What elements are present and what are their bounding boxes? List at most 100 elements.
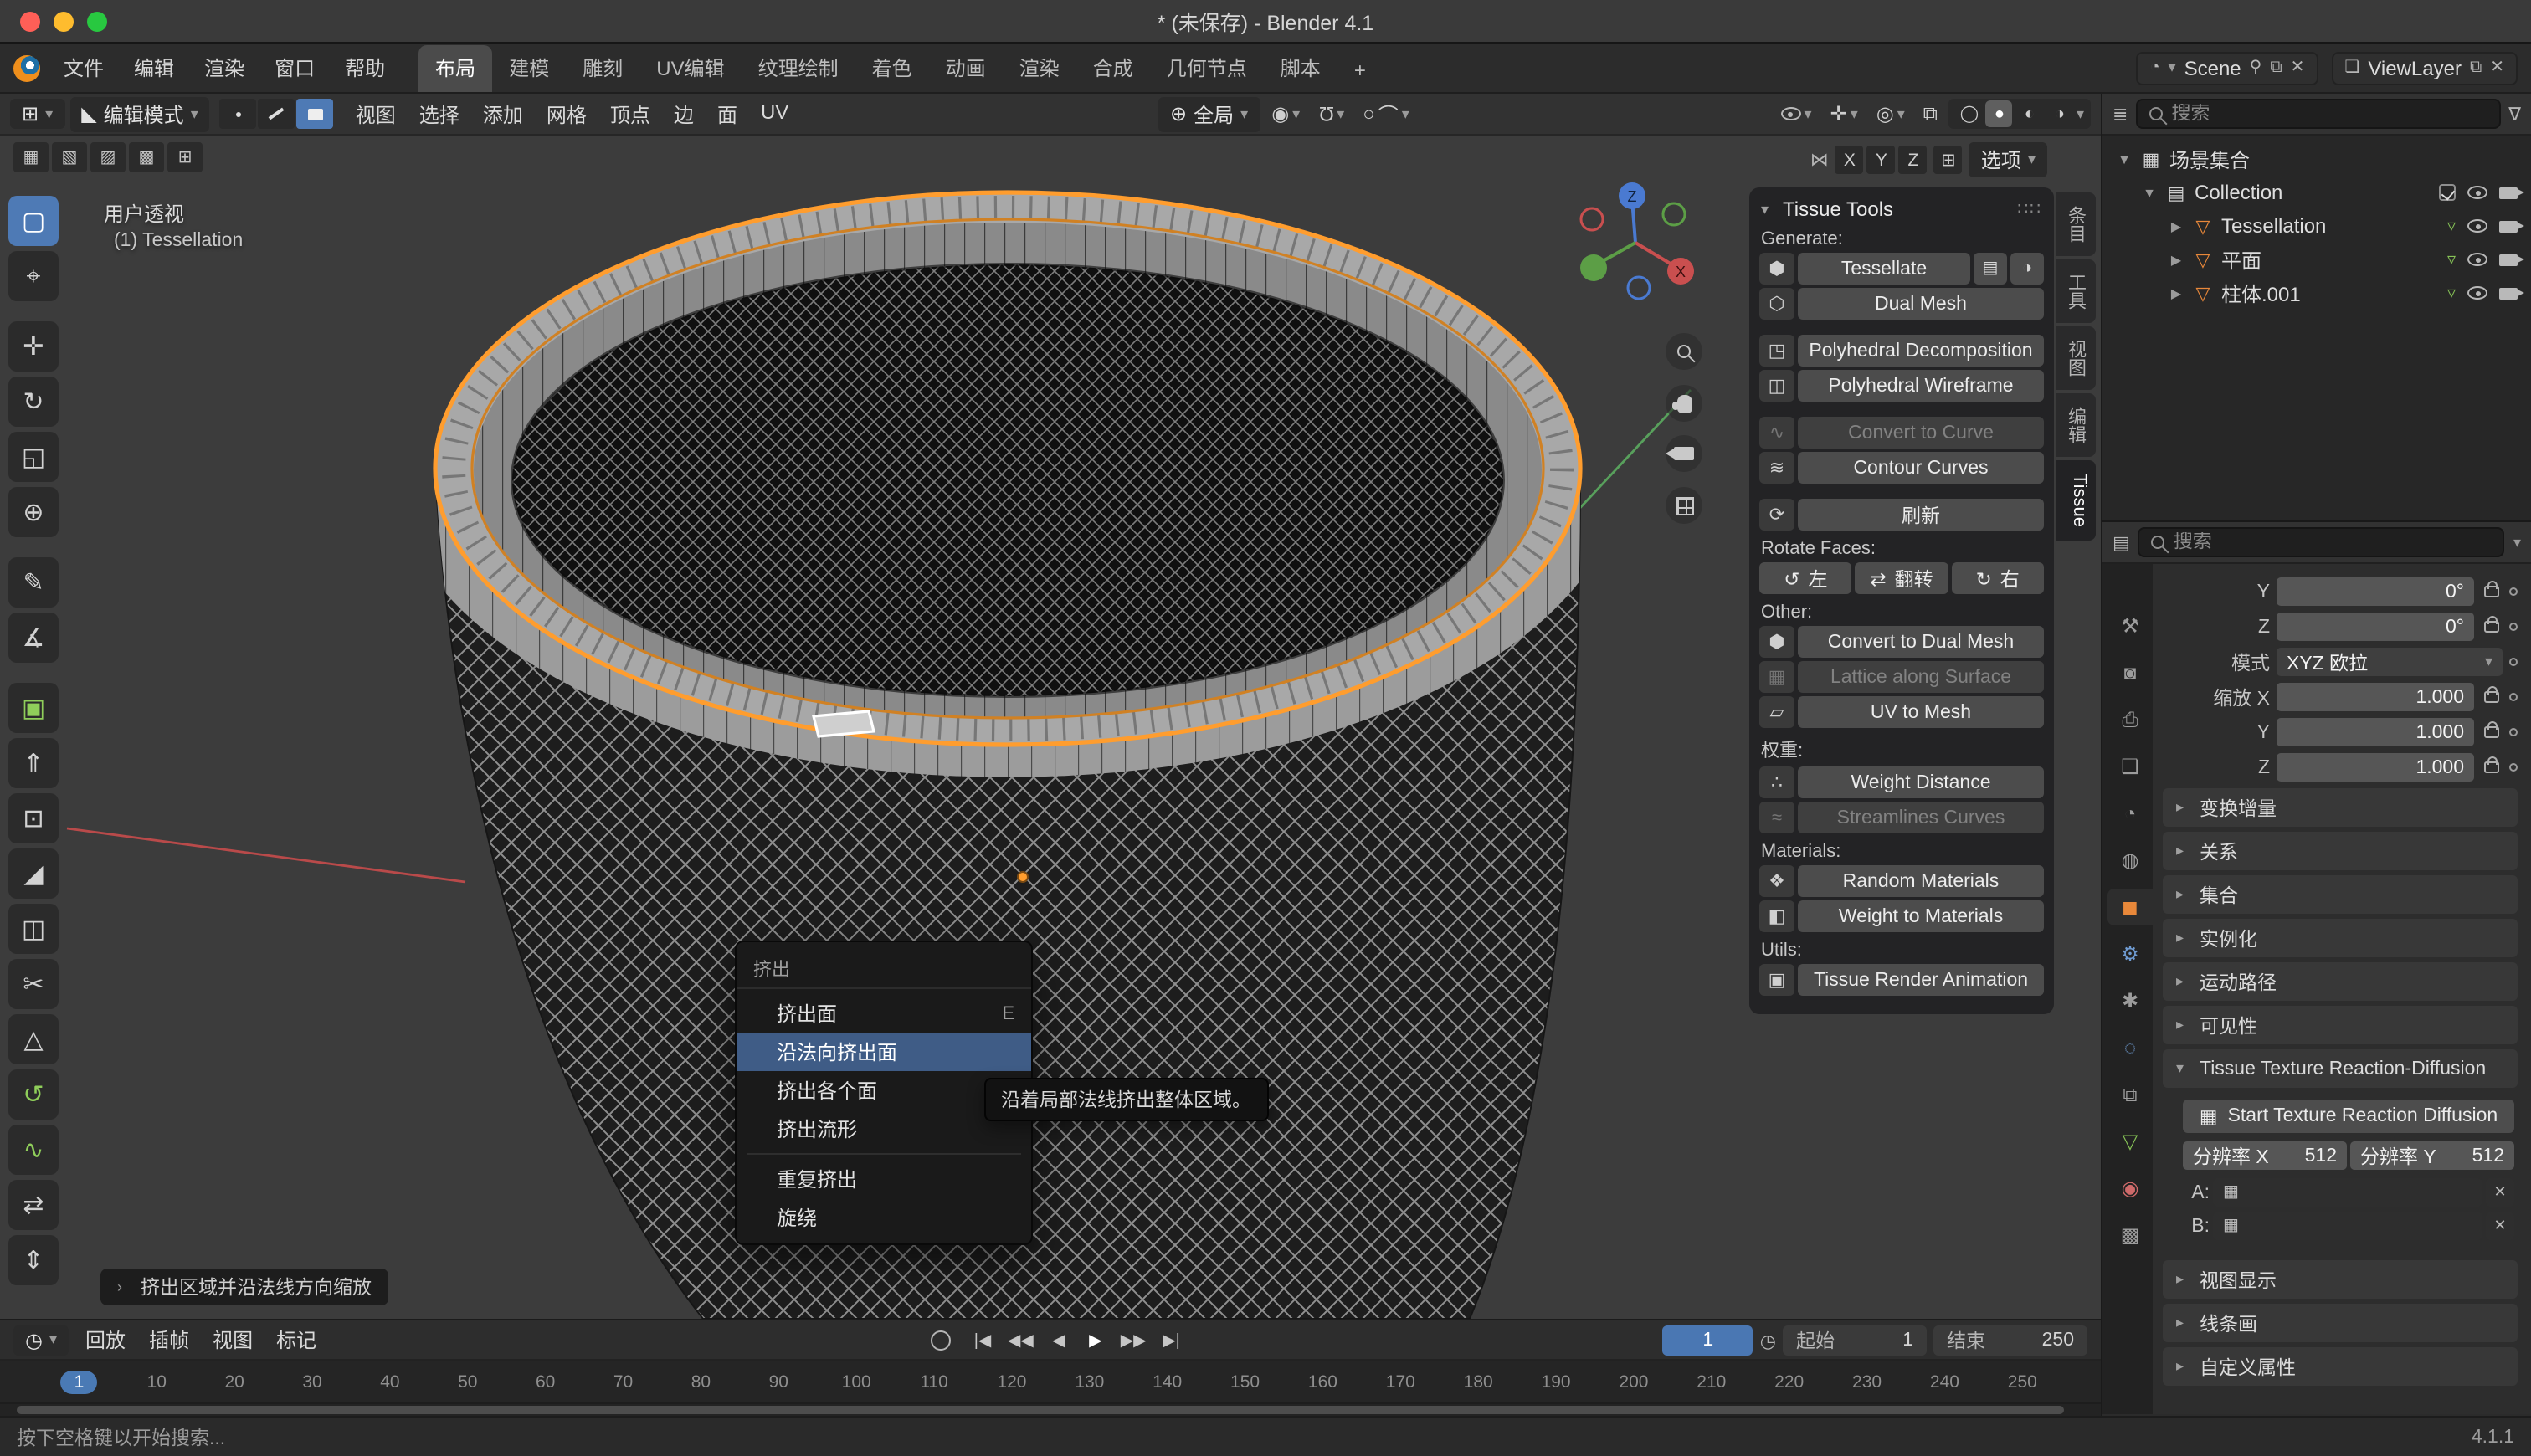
filter-funnel-icon[interactable]: ∇: [2508, 103, 2521, 125]
viewport-menu[interactable]: 视图: [344, 95, 408, 133]
texture-b-selector[interactable]: ▦: [2213, 1212, 2482, 1240]
properties-tab[interactable]: ◔: [2107, 795, 2153, 832]
scene-selector[interactable]: ◔ ▾ Scene ⚲ ⧉ ✕: [2136, 51, 2318, 85]
chevron-down-icon[interactable]: ▾: [2513, 533, 2521, 551]
frame-end-field[interactable]: 结束 250: [1933, 1325, 2087, 1356]
frame-tick[interactable]: 210: [1672, 1361, 1750, 1402]
expand-icon[interactable]: ▼: [2141, 185, 2158, 200]
workspace-tab[interactable]: 布局: [418, 45, 492, 92]
contour-curves-button[interactable]: Contour Curves: [1798, 452, 2044, 484]
weight-to-materials-icon[interactable]: ◧: [1759, 900, 1794, 932]
scrollbar-thumb[interactable]: [17, 1406, 2063, 1414]
frame-tick[interactable]: 70: [584, 1361, 662, 1402]
frame-tick[interactable]: 120: [973, 1361, 1051, 1402]
context-menu-item[interactable]: 重复挤出: [737, 1160, 1031, 1198]
frame-tick[interactable]: 30: [274, 1361, 352, 1402]
tessellate-icon[interactable]: ⬢: [1759, 253, 1794, 285]
proportional-editing-toggle[interactable]: ○ ⌒ ▾: [1356, 96, 1416, 131]
camera-render-icon[interactable]: [2499, 220, 2518, 232]
convert-curve-button[interactable]: Convert to Curve: [1798, 417, 2044, 449]
timeline-menu[interactable]: 标记: [264, 1320, 328, 1359]
frame-tick[interactable]: 250: [1984, 1361, 2061, 1402]
viewport-menu[interactable]: 边: [662, 95, 706, 133]
tool-button[interactable]: △: [8, 1014, 59, 1064]
minimize-window-button[interactable]: [54, 11, 74, 31]
prev-keyframe-button[interactable]: ◀◀: [1004, 1325, 1037, 1356]
uv-to-mesh-button[interactable]: UV to Mesh: [1798, 696, 2044, 728]
poly-decomp-icon[interactable]: ◳: [1759, 335, 1794, 367]
topbar-menu[interactable]: 窗口: [259, 49, 330, 87]
sidebar-tab[interactable]: 工具: [2056, 259, 2096, 323]
outliner-item-label[interactable]: 柱体.001: [2221, 279, 2301, 307]
properties-tab[interactable]: ◼: [2107, 889, 2153, 925]
transform-orientation-dropdown[interactable]: ⊕ 全局 ▾: [1158, 96, 1260, 131]
animate-dot-icon[interactable]: [2509, 587, 2518, 596]
tessellate-option-button[interactable]: ◑: [2010, 253, 2044, 285]
selection-option-button[interactable]: ⊞: [167, 142, 203, 172]
frame-tick[interactable]: 10: [118, 1361, 196, 1402]
topbar-menu[interactable]: 文件: [49, 49, 119, 87]
eye-icon[interactable]: [2467, 219, 2487, 233]
frame-start-field[interactable]: 起始 1: [1783, 1325, 1927, 1356]
timeline-menu[interactable]: 视图: [201, 1320, 264, 1359]
viewport-menu[interactable]: 顶点: [598, 95, 662, 133]
frame-tick[interactable]: 230: [1828, 1361, 1906, 1402]
panel-section[interactable]: ▸ 线条画: [2163, 1304, 2518, 1342]
frame-tick[interactable]: 60: [506, 1361, 584, 1402]
tool-button[interactable]: ⊡: [8, 793, 59, 843]
render-animation-icon[interactable]: ▣: [1759, 964, 1794, 996]
poly-decomp-button[interactable]: Polyhedral Decomposition: [1798, 335, 2044, 367]
vertex-select-button[interactable]: [220, 99, 257, 129]
workspace-tab[interactable]: UV编辑: [639, 45, 741, 92]
workspace-tab[interactable]: 建模: [492, 45, 566, 92]
rotate-flip-button[interactable]: ⇄翻转: [1856, 562, 1948, 594]
frame-tick[interactable]: 100: [818, 1361, 896, 1402]
lock-icon[interactable]: [2484, 726, 2499, 738]
rotate-left-button[interactable]: ↺左: [1759, 562, 1852, 594]
convert-dual-icon[interactable]: ⬢: [1759, 626, 1794, 658]
sidebar-tab[interactable]: 编辑: [2056, 393, 2096, 457]
frame-tick[interactable]: 1: [40, 1361, 118, 1402]
visibility-dropdown[interactable]: ▾: [1774, 101, 1819, 126]
workspace-tab[interactable]: 脚本: [1264, 45, 1337, 92]
dual-mesh-icon[interactable]: ⬡: [1759, 288, 1794, 320]
outliner-search[interactable]: [2136, 99, 2500, 129]
convert-dual-button[interactable]: Convert to Dual Mesh: [1798, 626, 2044, 658]
viewlayer-selector[interactable]: ❏ ViewLayer ⧉ ✕: [2331, 51, 2518, 85]
context-menu-item[interactable]: 旋绕: [737, 1198, 1031, 1237]
expand-icon[interactable]: ▶: [2168, 252, 2184, 267]
frame-tick[interactable]: 160: [1284, 1361, 1362, 1402]
copy-icon[interactable]: ⧉: [2270, 59, 2282, 77]
gizmo-y-axis[interactable]: [1580, 254, 1607, 281]
tool-button[interactable]: ⊕: [8, 487, 59, 537]
gizmo-neg-y-axis[interactable]: [1663, 203, 1685, 225]
gizmo-neg-z-axis[interactable]: [1628, 277, 1650, 299]
topbar-menu[interactable]: 渲染: [189, 49, 259, 87]
collection-checkbox[interactable]: [2439, 184, 2456, 201]
wireframe-shading-button[interactable]: ◯: [1956, 100, 1983, 127]
edge-select-button[interactable]: [259, 99, 295, 129]
properties-tab[interactable]: ◙: [2107, 654, 2153, 691]
frame-tick[interactable]: 80: [662, 1361, 740, 1402]
snap-toggle[interactable]: Ω ▾: [1312, 99, 1351, 129]
frame-tick[interactable]: 240: [1906, 1361, 1984, 1402]
tool-button[interactable]: ⇕: [8, 1235, 59, 1285]
scale-z-field[interactable]: 1.000: [2277, 753, 2474, 782]
viewport-menu[interactable]: 网格: [535, 95, 598, 133]
timeline-menu[interactable]: 插帧: [137, 1320, 201, 1359]
panel-section[interactable]: ▸ 变换增量: [2163, 788, 2518, 827]
panel-section[interactable]: ▸ 集合: [2163, 875, 2518, 914]
outliner-editor-icon[interactable]: ≣: [2113, 103, 2128, 125]
viewport-menu[interactable]: 添加: [471, 95, 535, 133]
topbar-menu[interactable]: 帮助: [330, 49, 400, 87]
zoom-button[interactable]: [1666, 333, 1702, 370]
selection-option-button[interactable]: ▧: [52, 142, 87, 172]
properties-tab[interactable]: ❏: [2107, 748, 2153, 785]
rotation-y-field[interactable]: 0°: [2277, 577, 2474, 606]
timeline-editor-type-button[interactable]: ◷ ▾: [13, 1325, 69, 1355]
animate-dot-icon[interactable]: [2509, 693, 2518, 701]
animate-dot-icon[interactable]: [2509, 728, 2518, 736]
refresh-icon[interactable]: ⟳: [1759, 499, 1794, 531]
weight-distance-button[interactable]: Weight Distance: [1798, 766, 2044, 798]
jump-to-start-button[interactable]: |◀: [968, 1325, 998, 1356]
